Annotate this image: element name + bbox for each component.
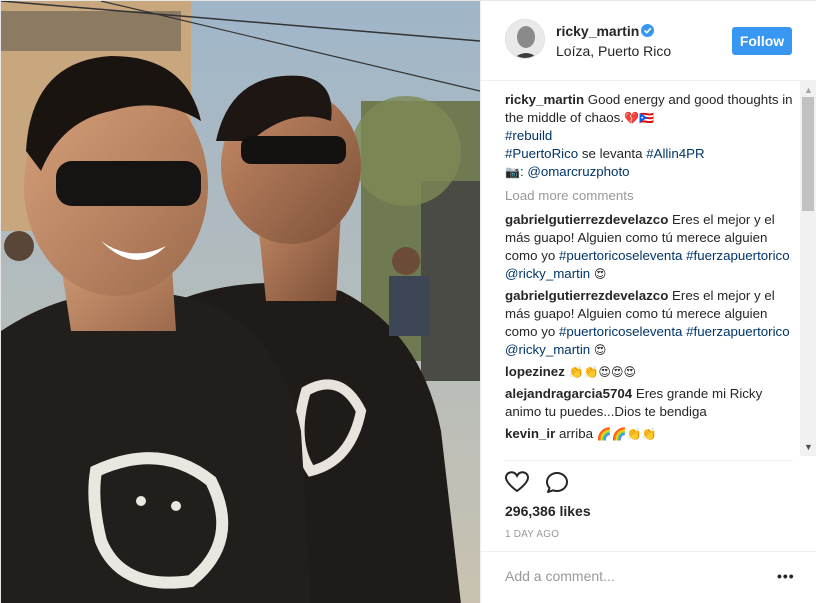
post-header: ricky_martin Loíza, Puerto Rico Follow xyxy=(481,1,816,81)
post-caption: ricky_martin Good energy and good though… xyxy=(505,91,801,181)
comment-hashtag[interactable]: #fuerzapuertorico xyxy=(686,324,789,339)
post-photo[interactable] xyxy=(1,1,480,603)
comment-item: kevin_ir arriba 🌈🌈👏👏 xyxy=(505,425,801,443)
caption-mid-text: se levanta xyxy=(581,146,643,161)
comment-mention[interactable]: @ricky_martin xyxy=(505,266,590,281)
comment-emoji: 🌈🌈👏👏 xyxy=(596,427,657,441)
hashtag-allin4pr[interactable]: #Allin4PR xyxy=(646,146,704,161)
scrollbar-thumb[interactable] xyxy=(802,97,814,211)
comment-username[interactable]: lopezinez xyxy=(505,364,565,379)
comment-emoji: 😍 xyxy=(593,267,607,281)
follow-button[interactable]: Follow xyxy=(732,27,792,55)
comment-item: lopezinez 👏👏😍😍😍 xyxy=(505,363,801,381)
comment-emoji: 👏👏😍😍😍 xyxy=(568,365,636,379)
comment-username[interactable]: gabrielgutierrezdevelazco xyxy=(505,212,668,227)
load-more-comments[interactable]: Load more comments xyxy=(505,187,801,205)
verified-badge-icon xyxy=(641,24,654,37)
add-comment-input[interactable] xyxy=(505,564,755,588)
post-modal: ricky_martin Loíza, Puerto Rico Follow r… xyxy=(0,0,816,603)
scroll-down-arrow-icon[interactable]: ▼ xyxy=(804,442,813,452)
comment-item: alejandragarcia5704 Eres grande mi Ricky… xyxy=(505,385,801,421)
camera-emoji: 📷 xyxy=(505,165,520,179)
caption-emoji: 💔🇵🇷 xyxy=(624,111,654,125)
comments-list: ricky_martin Good energy and good though… xyxy=(505,91,801,459)
likes-count[interactable]: 296,386 likes xyxy=(505,503,591,519)
comment-hashtag[interactable]: #puertoricoseleventa xyxy=(559,248,682,263)
more-options-icon[interactable]: ••• xyxy=(777,568,795,584)
comment-text: arriba xyxy=(558,426,593,441)
comment-hashtag[interactable]: #puertoricoseleventa xyxy=(559,324,682,339)
header-username[interactable]: ricky_martin xyxy=(556,23,639,39)
post-timestamp[interactable]: 1 DAY AGO xyxy=(505,529,559,540)
heart-icon[interactable] xyxy=(504,471,530,498)
comment-username[interactable]: kevin_ir xyxy=(505,426,555,441)
avatar[interactable] xyxy=(505,19,545,59)
hashtag-puertorico[interactable]: #PuertoRico xyxy=(505,146,578,161)
comment-item: gabrielgutierrezdevelazco Eres el mejor … xyxy=(505,287,801,359)
comment-hashtag[interactable]: #fuerzapuertorico xyxy=(686,248,789,263)
scroll-up-arrow-icon[interactable]: ▲ xyxy=(804,85,813,95)
comment-item: gabrielgutierrezdevelazco Eres el mejor … xyxy=(505,211,801,283)
comment-bubble-icon[interactable] xyxy=(545,471,569,500)
comment-mention[interactable]: @ricky_martin xyxy=(505,342,590,357)
caption-username[interactable]: ricky_martin xyxy=(505,92,584,107)
avatar-image xyxy=(506,20,544,58)
add-comment-section: ••• xyxy=(481,551,816,603)
comment-username[interactable]: alejandragarcia5704 xyxy=(505,386,632,401)
hashtag-rebuild[interactable]: #rebuild xyxy=(505,128,552,143)
photo-image xyxy=(1,1,480,603)
comment-emoji: 😍 xyxy=(593,343,607,357)
comment-username[interactable]: gabrielgutierrezdevelazco xyxy=(505,288,668,303)
comments-scrollbar[interactable]: ▲ ▼ xyxy=(800,81,816,456)
divider xyxy=(505,460,793,461)
header-location[interactable]: Loíza, Puerto Rico xyxy=(556,43,671,59)
photo-credit-mention[interactable]: : @omarcruzphoto xyxy=(520,164,630,179)
post-details-panel: ricky_martin Loíza, Puerto Rico Follow r… xyxy=(480,1,816,603)
